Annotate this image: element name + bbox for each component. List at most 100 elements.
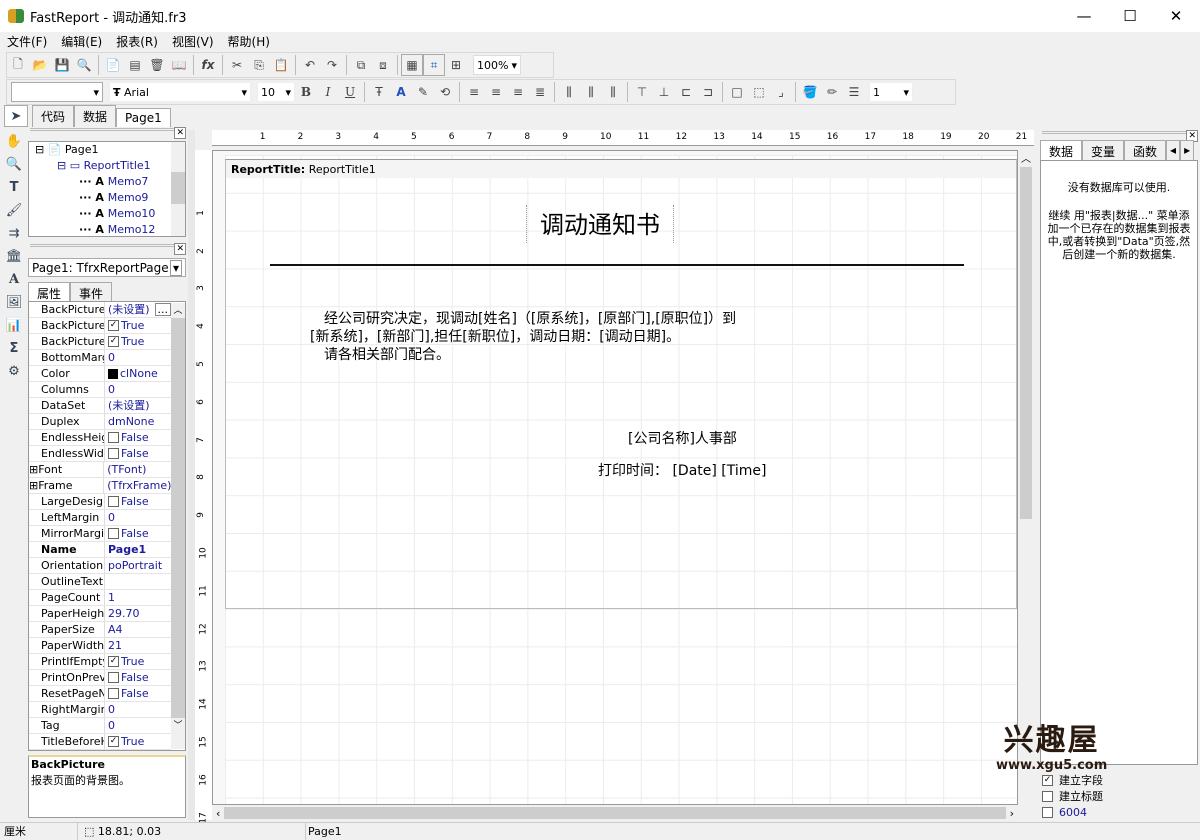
property-row[interactable]: PrintIfEmpty ✓ True xyxy=(29,654,171,670)
align-justify-icon[interactable]: ≣ xyxy=(529,81,551,103)
report-page[interactable]: ReportTitle: ReportTitle1 调动通知书 经公司研究决定，… xyxy=(225,155,1017,804)
format-painter-icon[interactable]: 🖌 xyxy=(2,199,26,221)
checkbox[interactable]: ✓ xyxy=(108,336,119,347)
align-right-icon[interactable]: ≡ xyxy=(507,81,529,103)
property-value[interactable]: 29.70 xyxy=(105,606,171,621)
tree-item[interactable]: ··· A Memo9 xyxy=(29,190,185,206)
design-canvas[interactable]: ReportTitle: ReportTitle1 调动通知书 经公司研究决定，… xyxy=(212,150,1018,805)
scroll-right-icon[interactable]: › xyxy=(1006,807,1018,820)
memo-title[interactable]: 调动通知书 xyxy=(526,205,674,243)
checkbox[interactable] xyxy=(108,688,119,699)
shadow-icon[interactable]: ⌟ xyxy=(770,81,792,103)
checkbox[interactable] xyxy=(1042,790,1053,802)
property-row[interactable]: EndlessWidth False xyxy=(29,446,171,462)
fit-grid-icon[interactable]: ⊞ xyxy=(445,54,467,76)
close-button[interactable]: ✕ xyxy=(1153,0,1199,32)
canvas-vertical-scrollbar[interactable]: ︿ xyxy=(1018,150,1034,805)
font-size-select[interactable]: 10 ▾ xyxy=(257,82,295,102)
property-row[interactable]: Orientation poPortrait xyxy=(29,558,171,574)
property-row[interactable]: Tag 0 xyxy=(29,718,171,734)
zoom-select[interactable]: 100% ▾ xyxy=(473,55,521,75)
select-tool-icon[interactable]: ➤ xyxy=(4,105,28,127)
align-grid-icon[interactable]: ⌗ xyxy=(423,54,445,76)
preview-icon[interactable]: 🔍 xyxy=(73,54,95,76)
property-row[interactable]: Name Page1 xyxy=(29,542,171,558)
align-left-icon[interactable]: ≡ xyxy=(463,81,485,103)
property-row[interactable]: PrintOnPreviousPage False xyxy=(29,670,171,686)
property-value[interactable]: False xyxy=(105,494,171,509)
title-line[interactable] xyxy=(270,264,964,266)
property-value[interactable]: 21 xyxy=(105,638,171,653)
zoom-tool-icon[interactable]: 🔍 xyxy=(2,153,26,175)
checkbox[interactable] xyxy=(108,496,119,507)
property-value[interactable]: False xyxy=(105,526,171,541)
property-row[interactable]: TitleBeforeHeader✓True xyxy=(29,734,171,750)
property-value[interactable]: False xyxy=(105,670,171,685)
close-icon[interactable]: ✕ xyxy=(174,243,186,255)
checkbox[interactable] xyxy=(1042,806,1053,818)
data-band-icon[interactable]: 🏛 xyxy=(2,245,26,267)
italic-button[interactable]: I xyxy=(317,81,339,103)
sum-tool-icon[interactable]: Σ xyxy=(2,337,26,359)
property-value[interactable]: clNone xyxy=(105,366,171,381)
highlight-icon[interactable]: ✎ xyxy=(412,81,434,103)
property-value[interactable]: False xyxy=(105,686,171,701)
checkbox[interactable]: ✓ xyxy=(108,656,119,667)
memo-print-time[interactable]: 打印时间： [Date] [Time] xyxy=(598,460,948,480)
property-scrollbar[interactable]: ︿ ﹀ xyxy=(171,303,185,749)
object-select[interactable]: Page1: TfrxReportPage ▾ xyxy=(28,258,186,277)
property-row[interactable]: PaperWidth 21 xyxy=(29,638,171,654)
property-value[interactable]: ✓ True xyxy=(105,654,171,669)
property-row[interactable]: ResetPageNumbers False xyxy=(29,686,171,702)
property-value[interactable]: False xyxy=(105,446,171,461)
style-select[interactable]: ▾ xyxy=(11,82,103,102)
property-row[interactable]: LeftMargin 0 xyxy=(29,510,171,526)
property-value[interactable]: False xyxy=(105,430,171,445)
maximize-button[interactable]: ☐ xyxy=(1107,0,1153,32)
minimize-button[interactable]: — xyxy=(1061,0,1107,32)
property-row[interactable]: RightMargin 0 xyxy=(29,702,171,718)
property-value[interactable]: 0 xyxy=(105,382,171,397)
font-select[interactable]: Ŧ Arial ▾ xyxy=(109,82,251,102)
hand-tool-icon[interactable]: ✋ xyxy=(2,130,26,152)
fill-color-icon[interactable]: 🪣 xyxy=(799,81,821,103)
splitter[interactable] xyxy=(188,130,195,820)
open-icon[interactable]: 📂 xyxy=(29,54,51,76)
undo-icon[interactable]: ↶ xyxy=(299,54,321,76)
frame-right-icon[interactable]: ⊐ xyxy=(697,81,719,103)
font-settings-icon[interactable]: Ŧ xyxy=(368,81,390,103)
ungroup-icon[interactable]: ⧈ xyxy=(372,54,394,76)
frame-bottom-icon[interactable]: ⊥ xyxy=(653,81,675,103)
memo-dept[interactable]: [公司名称]人事部 xyxy=(628,428,737,448)
tree-item[interactable]: ⊟ ▭ ReportTitle1 xyxy=(29,158,185,174)
frame-none-icon[interactable]: ⬚ xyxy=(748,81,770,103)
menu-view[interactable]: 视图(V) xyxy=(165,32,221,52)
copy-icon[interactable]: ⎘ xyxy=(248,54,270,76)
tree-item[interactable]: ⊟ 📄 Page1 xyxy=(29,142,185,158)
property-value[interactable]: dmNone xyxy=(105,414,171,429)
property-value[interactable]: A4 xyxy=(105,622,171,637)
checkbox[interactable]: ✓ xyxy=(1042,774,1053,786)
cut-icon[interactable]: ✂ xyxy=(226,54,248,76)
property-value[interactable]: Page1 xyxy=(105,542,171,557)
frame-left-icon[interactable]: ⊏ xyxy=(675,81,697,103)
menu-edit[interactable]: 编辑(E) xyxy=(54,32,109,52)
tab-code[interactable]: 代码 xyxy=(32,105,75,127)
checkbox[interactable]: ✓ xyxy=(108,320,119,331)
property-row[interactable]: EndlessHeight False xyxy=(29,430,171,446)
property-row[interactable]: ⊞ Font (TFont) xyxy=(29,462,171,478)
property-value[interactable]: (未设置)... xyxy=(105,302,171,317)
font-color-icon[interactable]: A xyxy=(390,81,412,103)
frame-width-select[interactable]: 1 ▾ xyxy=(869,82,913,102)
checkbox[interactable]: ✓ xyxy=(108,736,119,747)
menu-report[interactable]: 报表(R) xyxy=(109,32,165,52)
property-row[interactable]: BottomMargin0 xyxy=(29,350,171,366)
memo-body[interactable]: 经公司研究决定，现调动[姓名]（[原系统]，[原部门],[原职位]）到 [新系统… xyxy=(310,310,1017,370)
property-value[interactable]: poPortrait xyxy=(105,558,171,573)
save-icon[interactable]: 💾 xyxy=(51,54,73,76)
property-row[interactable]: DataSet (未设置) xyxy=(29,398,171,414)
property-value[interactable]: ✓ True xyxy=(105,318,171,333)
property-row[interactable]: PageCount 1 xyxy=(29,590,171,606)
frame-top-icon[interactable]: ⊤ xyxy=(631,81,653,103)
data-option[interactable]: 建立标题 xyxy=(1042,788,1192,804)
